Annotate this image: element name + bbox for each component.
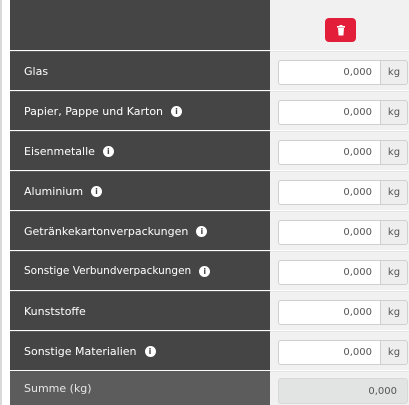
info-icon[interactable]: i bbox=[102, 145, 114, 157]
weight-input-group: kg bbox=[278, 220, 408, 245]
material-label: Aluminium bbox=[24, 184, 84, 198]
material-input-cell: kg bbox=[270, 91, 409, 130]
material-input-cell: kg bbox=[270, 251, 409, 290]
unit-addon: kg bbox=[380, 140, 408, 165]
material-label-cell: Kunststoffe bbox=[10, 291, 270, 330]
material-input-cell: kg bbox=[270, 211, 409, 250]
material-label-cell: Sonstige Materialien i bbox=[10, 331, 270, 370]
sum-label-cell: Summe (kg) bbox=[10, 371, 270, 405]
material-input-cell: kg bbox=[270, 331, 409, 370]
sum-value: 0,000 bbox=[278, 378, 408, 404]
material-row-sonstige: Sonstige Materialien i kg bbox=[2, 331, 409, 370]
info-icon[interactable]: i bbox=[199, 265, 211, 277]
weight-input-group: kg bbox=[278, 140, 408, 165]
info-icon[interactable]: i bbox=[171, 105, 183, 117]
material-label-cell: Glas bbox=[10, 51, 270, 90]
material-row-getraenkekarton: Getränkekartonverpackungen i kg bbox=[2, 211, 409, 250]
material-row-papier: Papier, Pappe und Karton i kg bbox=[2, 91, 409, 130]
unit-addon: kg bbox=[380, 60, 408, 85]
material-label: Sonstige Verbundverpackungen bbox=[24, 265, 192, 277]
material-input-cell: kg bbox=[270, 291, 409, 330]
sum-label: Summe (kg) bbox=[24, 382, 92, 395]
weight-input-kunststoffe[interactable] bbox=[278, 300, 380, 325]
weight-input-group: kg bbox=[278, 340, 408, 365]
material-label-cell: Papier, Pappe und Karton i bbox=[10, 91, 270, 130]
info-icon[interactable]: i bbox=[91, 185, 103, 197]
unit-addon: kg bbox=[380, 260, 408, 285]
unit-addon: kg bbox=[380, 340, 408, 365]
delete-button[interactable] bbox=[325, 18, 356, 42]
sum-value-cell: 0,000 bbox=[270, 371, 409, 405]
material-label: Sonstige Materialien bbox=[24, 344, 137, 358]
material-label-cell: Aluminium i bbox=[10, 171, 270, 210]
weight-input-getraenkekarton[interactable] bbox=[278, 220, 380, 245]
weight-input-sonstige[interactable] bbox=[278, 340, 380, 365]
material-row-glas: Glas kg bbox=[2, 51, 409, 90]
material-row-kunststoffe: Kunststoffe kg bbox=[2, 291, 409, 330]
material-label: Eisenmetalle bbox=[24, 144, 95, 158]
material-label: Glas bbox=[24, 64, 49, 78]
weight-input-aluminium[interactable] bbox=[278, 180, 380, 205]
unit-addon: kg bbox=[380, 220, 408, 245]
weight-input-papier[interactable] bbox=[278, 100, 380, 125]
material-input-cell: kg bbox=[270, 51, 409, 90]
weight-input-group: kg bbox=[278, 100, 408, 125]
weight-input-group: kg bbox=[278, 300, 408, 325]
weight-input-glas[interactable] bbox=[278, 60, 380, 85]
header-action-cell bbox=[270, 0, 409, 50]
material-label: Getränkekartonverpackungen bbox=[24, 224, 189, 238]
weight-input-eisenmetalle[interactable] bbox=[278, 140, 380, 165]
sum-row: Summe (kg) 0,000 bbox=[2, 371, 409, 405]
material-label: Kunststoffe bbox=[24, 304, 86, 318]
material-row-eisenmetalle: Eisenmetalle i kg bbox=[2, 131, 409, 170]
material-row-aluminium: Aluminium i kg bbox=[2, 171, 409, 210]
material-input-cell: kg bbox=[270, 131, 409, 170]
weight-input-verbund[interactable] bbox=[278, 260, 380, 285]
info-icon[interactable]: i bbox=[144, 345, 156, 357]
material-label: Papier, Pappe und Karton bbox=[24, 104, 164, 118]
packaging-material-form: Glas kg Papier, Pappe und Karton i kg Ei… bbox=[0, 0, 409, 405]
header-row bbox=[2, 0, 409, 50]
material-row-verbund: Sonstige Verbundverpackungen i kg bbox=[2, 251, 409, 290]
unit-addon: kg bbox=[380, 300, 408, 325]
weight-input-group: kg bbox=[278, 180, 408, 205]
trash-icon bbox=[336, 24, 345, 35]
material-input-cell: kg bbox=[270, 171, 409, 210]
info-icon[interactable]: i bbox=[196, 225, 208, 237]
material-label-cell: Getränkekartonverpackungen i bbox=[10, 211, 270, 250]
unit-addon: kg bbox=[380, 180, 408, 205]
unit-addon: kg bbox=[380, 100, 408, 125]
weight-input-group: kg bbox=[278, 60, 408, 85]
header-label-cell bbox=[10, 0, 270, 50]
material-label-cell: Sonstige Verbundverpackungen i bbox=[10, 251, 270, 290]
weight-input-group: kg bbox=[278, 260, 408, 285]
material-label-cell: Eisenmetalle i bbox=[10, 131, 270, 170]
